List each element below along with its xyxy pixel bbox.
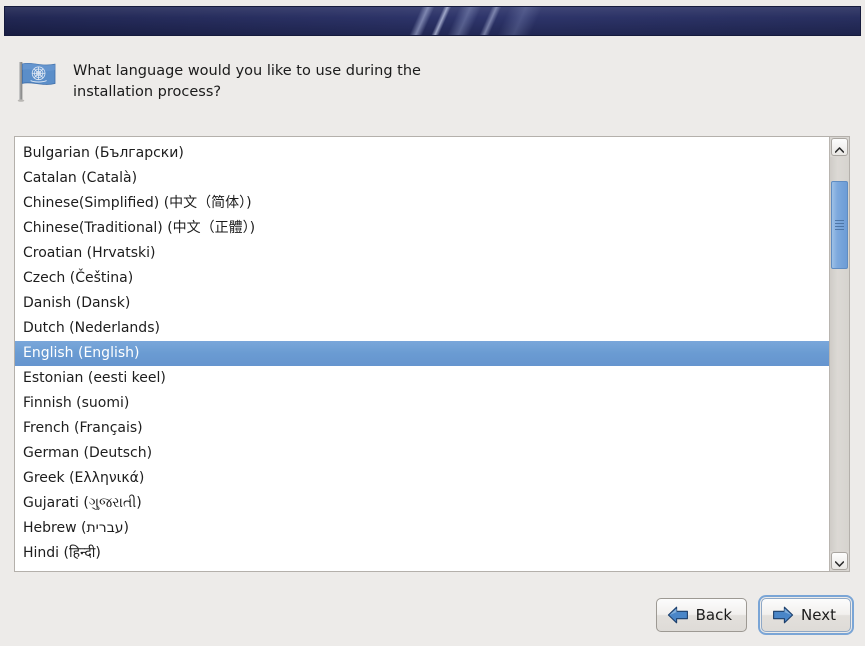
back-button-label: Back [696, 606, 732, 624]
language-list[interactable]: Bulgarian (Български) Catalan (Català) C… [15, 137, 829, 566]
list-item[interactable]: Finnish (suomi) [15, 391, 829, 416]
list-item[interactable]: Dutch (Nederlands) [15, 316, 829, 341]
next-button-label: Next [801, 606, 836, 624]
banner-bar [4, 6, 861, 36]
list-item[interactable]: Estonian (eesti keel) [15, 366, 829, 391]
button-bar: Back Next [656, 598, 851, 632]
chevron-down-icon [835, 552, 844, 571]
list-item[interactable]: Danish (Dansk) [15, 291, 829, 316]
list-item[interactable]: German (Deutsch) [15, 441, 829, 466]
list-item[interactable]: Bulgarian (Български) [15, 141, 829, 166]
scrollbar-thumb[interactable] [831, 181, 848, 269]
list-item[interactable]: Croatian (Hrvatski) [15, 241, 829, 266]
scroll-up-button[interactable] [831, 138, 848, 156]
banner-gradient [5, 7, 860, 35]
arrow-right-icon [772, 606, 794, 624]
prompt-question: What language would you like to use duri… [73, 56, 433, 103]
list-item[interactable]: Catalan (Català) [15, 166, 829, 191]
scrollbar-grip-icon [835, 218, 844, 232]
title-banner [0, 0, 865, 37]
list-item[interactable]: Hindi (हिन्दी) [15, 541, 829, 566]
list-item[interactable]: French (Français) [15, 416, 829, 441]
next-button[interactable]: Next [761, 598, 851, 632]
vertical-scrollbar[interactable] [829, 137, 849, 571]
language-list-viewport[interactable]: Bulgarian (Български) Catalan (Català) C… [15, 137, 829, 571]
list-item[interactable]: Hebrew (עברית) [15, 516, 829, 541]
list-item[interactable]: Gujarati (ગુજરાતી) [15, 491, 829, 516]
language-list-panel: Bulgarian (Български) Catalan (Català) C… [14, 136, 850, 572]
chevron-up-icon [835, 138, 844, 157]
list-item-selected[interactable]: English (English) [15, 341, 829, 366]
list-item[interactable]: Chinese(Traditional) (中文（正體）) [15, 216, 829, 241]
scrollbar-track[interactable] [830, 157, 849, 551]
scroll-down-button[interactable] [831, 552, 848, 570]
un-flag-icon [14, 58, 60, 104]
list-item[interactable]: Czech (Čeština) [15, 266, 829, 291]
prompt-row: What language would you like to use duri… [14, 56, 574, 104]
arrow-left-icon [667, 606, 689, 624]
back-button[interactable]: Back [656, 598, 747, 632]
list-item[interactable]: Chinese(Simplified) (中文（简体）) [15, 191, 829, 216]
list-item[interactable]: Greek (Ελληνικά) [15, 466, 829, 491]
